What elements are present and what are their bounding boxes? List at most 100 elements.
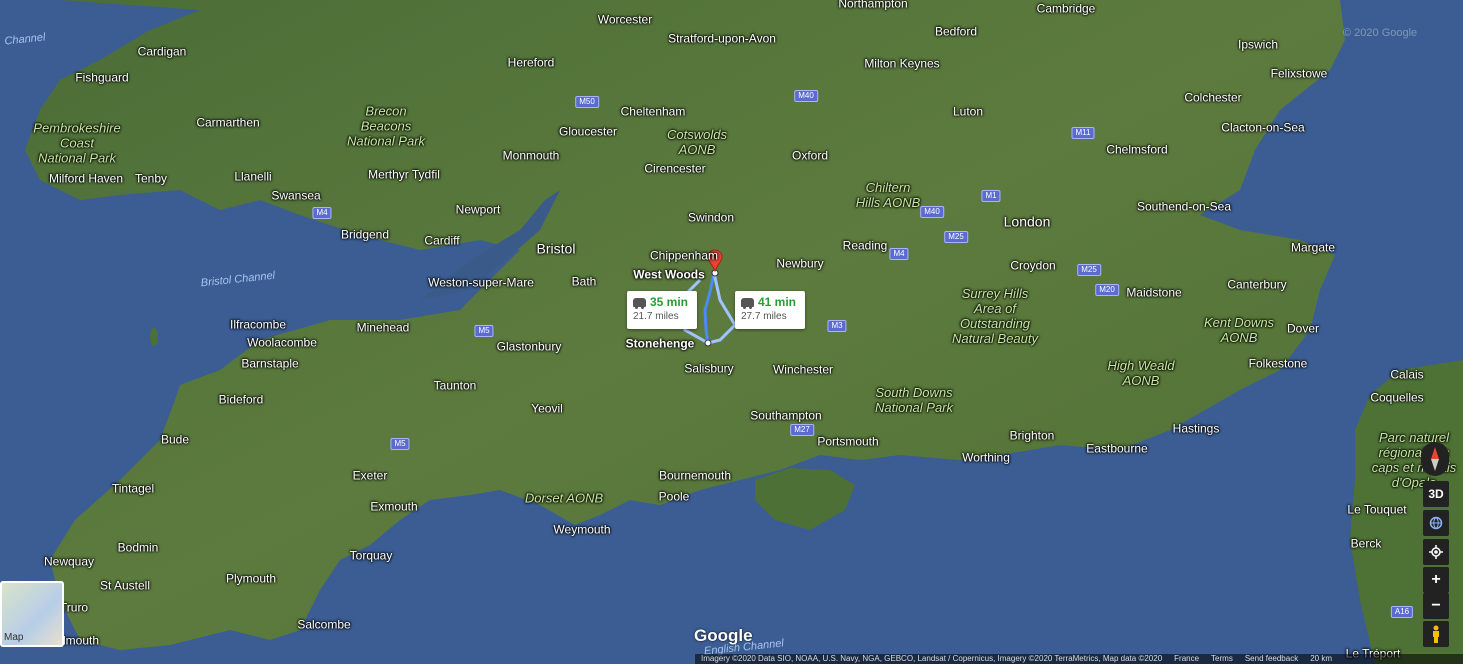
compass-icon[interactable]	[1421, 442, 1449, 476]
place-label[interactable]: Cardiff	[424, 234, 459, 248]
place-label[interactable]: Chippenham	[650, 249, 718, 263]
footer-link-feedback[interactable]: Send feedback	[1239, 654, 1304, 664]
place-label[interactable]: Cambridge	[1037, 2, 1096, 16]
place-label[interactable]: Chelmsford	[1106, 143, 1167, 157]
place-label[interactable]: Milford Haven	[49, 172, 123, 186]
place-label[interactable]: Surrey Hills Area of Outstanding Natural Be…	[952, 286, 1038, 346]
place-label[interactable]: Chiltern Hills AONB	[856, 180, 921, 210]
place-label[interactable]: Hastings	[1173, 422, 1220, 436]
place-label[interactable]: Reading	[843, 239, 888, 253]
place-label[interactable]: Milton Keynes	[864, 57, 939, 71]
place-label[interactable]: Bedford	[935, 25, 977, 39]
place-label[interactable]: Colchester	[1184, 91, 1241, 105]
place-label[interactable]: Bath	[572, 275, 597, 289]
place-label[interactable]: Bournemouth	[659, 469, 731, 483]
place-label[interactable]: Truro	[60, 601, 88, 615]
place-label[interactable]: Croydon	[1010, 259, 1055, 273]
tilt-3d-button[interactable]: 3D	[1423, 481, 1449, 507]
place-label[interactable]: Bideford	[219, 393, 264, 407]
footer-link-region[interactable]: France	[1168, 654, 1205, 664]
place-label[interactable]: High Weald AONB	[1108, 358, 1175, 388]
place-label[interactable]: Carmarthen	[196, 116, 259, 130]
place-label[interactable]: Hereford	[508, 56, 555, 70]
place-label[interactable]: Berck	[1351, 537, 1382, 551]
place-label[interactable]: Worthing	[962, 451, 1010, 465]
scale-label[interactable]: 20 km	[1304, 654, 1338, 664]
route-origin-marker[interactable]	[704, 339, 712, 347]
place-label[interactable]: Bridgend	[341, 228, 389, 242]
place-label[interactable]: Brighton	[1010, 429, 1055, 443]
place-label[interactable]: Bude	[161, 433, 189, 447]
place-label[interactable]: Poole	[659, 490, 690, 504]
place-label[interactable]: Newport	[456, 203, 501, 217]
place-label[interactable]: Cheltenham	[621, 105, 686, 119]
place-label[interactable]: Stratford-upon-Avon	[668, 32, 776, 46]
place-label[interactable]: Merthyr Tydfil	[368, 168, 440, 182]
place-label[interactable]: Bristol	[537, 242, 576, 256]
place-label[interactable]: Northampton	[838, 0, 907, 11]
place-label[interactable]: Cardigan	[138, 45, 187, 59]
place-label[interactable]: Margate	[1291, 241, 1335, 255]
place-label[interactable]: Ilfracombe	[230, 318, 286, 332]
place-label[interactable]: Felixstowe	[1271, 67, 1328, 81]
place-label[interactable]: Calais	[1390, 368, 1423, 382]
place-label[interactable]: Portsmouth	[817, 435, 878, 449]
place-label[interactable]: St Austell	[100, 579, 150, 593]
place-label[interactable]: Salcombe	[297, 618, 350, 632]
place-label[interactable]: Winchester	[773, 363, 833, 377]
place-label[interactable]: Folkestone	[1249, 357, 1308, 371]
place-label[interactable]: Minehead	[357, 321, 410, 335]
place-label[interactable]: Woolacombe	[247, 336, 317, 350]
footer-link-terms[interactable]: Terms	[1205, 654, 1239, 664]
place-label[interactable]: Stonehenge	[626, 337, 695, 351]
place-label[interactable]: Cirencester	[644, 162, 705, 176]
place-label[interactable]: Dorset AONB	[525, 491, 603, 506]
globe-icon[interactable]	[1423, 510, 1449, 536]
place-label[interactable]: South Downs National Park	[875, 385, 953, 415]
place-label[interactable]: Newbury	[776, 257, 823, 271]
place-label[interactable]: Cotswolds AONB	[667, 127, 727, 157]
place-label[interactable]: Tintagel	[112, 482, 154, 496]
place-label[interactable]: Newquay	[44, 555, 94, 569]
place-label[interactable]: Pembrokeshire Coast National Park	[33, 121, 120, 166]
place-label[interactable]: Southend-on-Sea	[1137, 200, 1231, 214]
place-label[interactable]: Oxford	[792, 149, 828, 163]
place-label[interactable]: Brecon Beacons National Park	[347, 104, 425, 149]
place-label[interactable]: Luton	[953, 105, 983, 119]
place-label[interactable]: Clacton-on-Sea	[1221, 121, 1304, 135]
pegman-icon[interactable]	[1423, 621, 1449, 647]
my-location-icon[interactable]	[1423, 539, 1449, 565]
place-label[interactable]: Canterbury	[1227, 278, 1286, 292]
place-label[interactable]: Dover	[1287, 322, 1319, 336]
place-label[interactable]: Le Touquet	[1347, 503, 1406, 517]
route-callout-alternative[interactable]: 41 min 27.7 miles	[735, 291, 805, 329]
place-label[interactable]: Exmouth	[370, 500, 417, 514]
place-label[interactable]: Monmouth	[503, 149, 560, 163]
place-label[interactable]: Coquelles	[1370, 391, 1423, 405]
place-label[interactable]: Swansea	[271, 189, 320, 203]
place-label[interactable]: Glastonbury	[497, 340, 562, 354]
place-label[interactable]: Southampton	[750, 409, 821, 423]
place-label[interactable]: Barnstaple	[241, 357, 298, 371]
place-label[interactable]: Llanelli	[234, 170, 271, 184]
place-label[interactable]: Salisbury	[684, 362, 733, 376]
zoom-in-button[interactable]: +	[1423, 567, 1449, 593]
place-label[interactable]: Swindon	[688, 211, 734, 225]
place-label[interactable]: West Woods	[633, 268, 705, 282]
place-label[interactable]: Bodmin	[118, 541, 159, 555]
place-label[interactable]: Exeter	[353, 469, 388, 483]
place-label[interactable]: Taunton	[434, 379, 477, 393]
map-type-toggle[interactable]: Map	[0, 581, 64, 647]
place-label[interactable]: Yeovil	[531, 402, 563, 416]
place-label[interactable]: Tenby	[135, 172, 167, 186]
place-label[interactable]: Plymouth	[226, 572, 276, 586]
place-label[interactable]: London	[1004, 215, 1051, 229]
place-label[interactable]: Worcester	[598, 13, 652, 27]
place-label[interactable]: Eastbourne	[1086, 442, 1147, 456]
place-label[interactable]: Torquay	[350, 549, 393, 563]
place-label[interactable]: Maidstone	[1126, 286, 1181, 300]
zoom-out-button[interactable]: −	[1423, 593, 1449, 619]
place-label[interactable]: Gloucester	[559, 125, 617, 139]
place-label[interactable]: Weston-super-Mare	[428, 276, 534, 290]
place-label[interactable]: Kent Downs AONB	[1204, 315, 1274, 345]
